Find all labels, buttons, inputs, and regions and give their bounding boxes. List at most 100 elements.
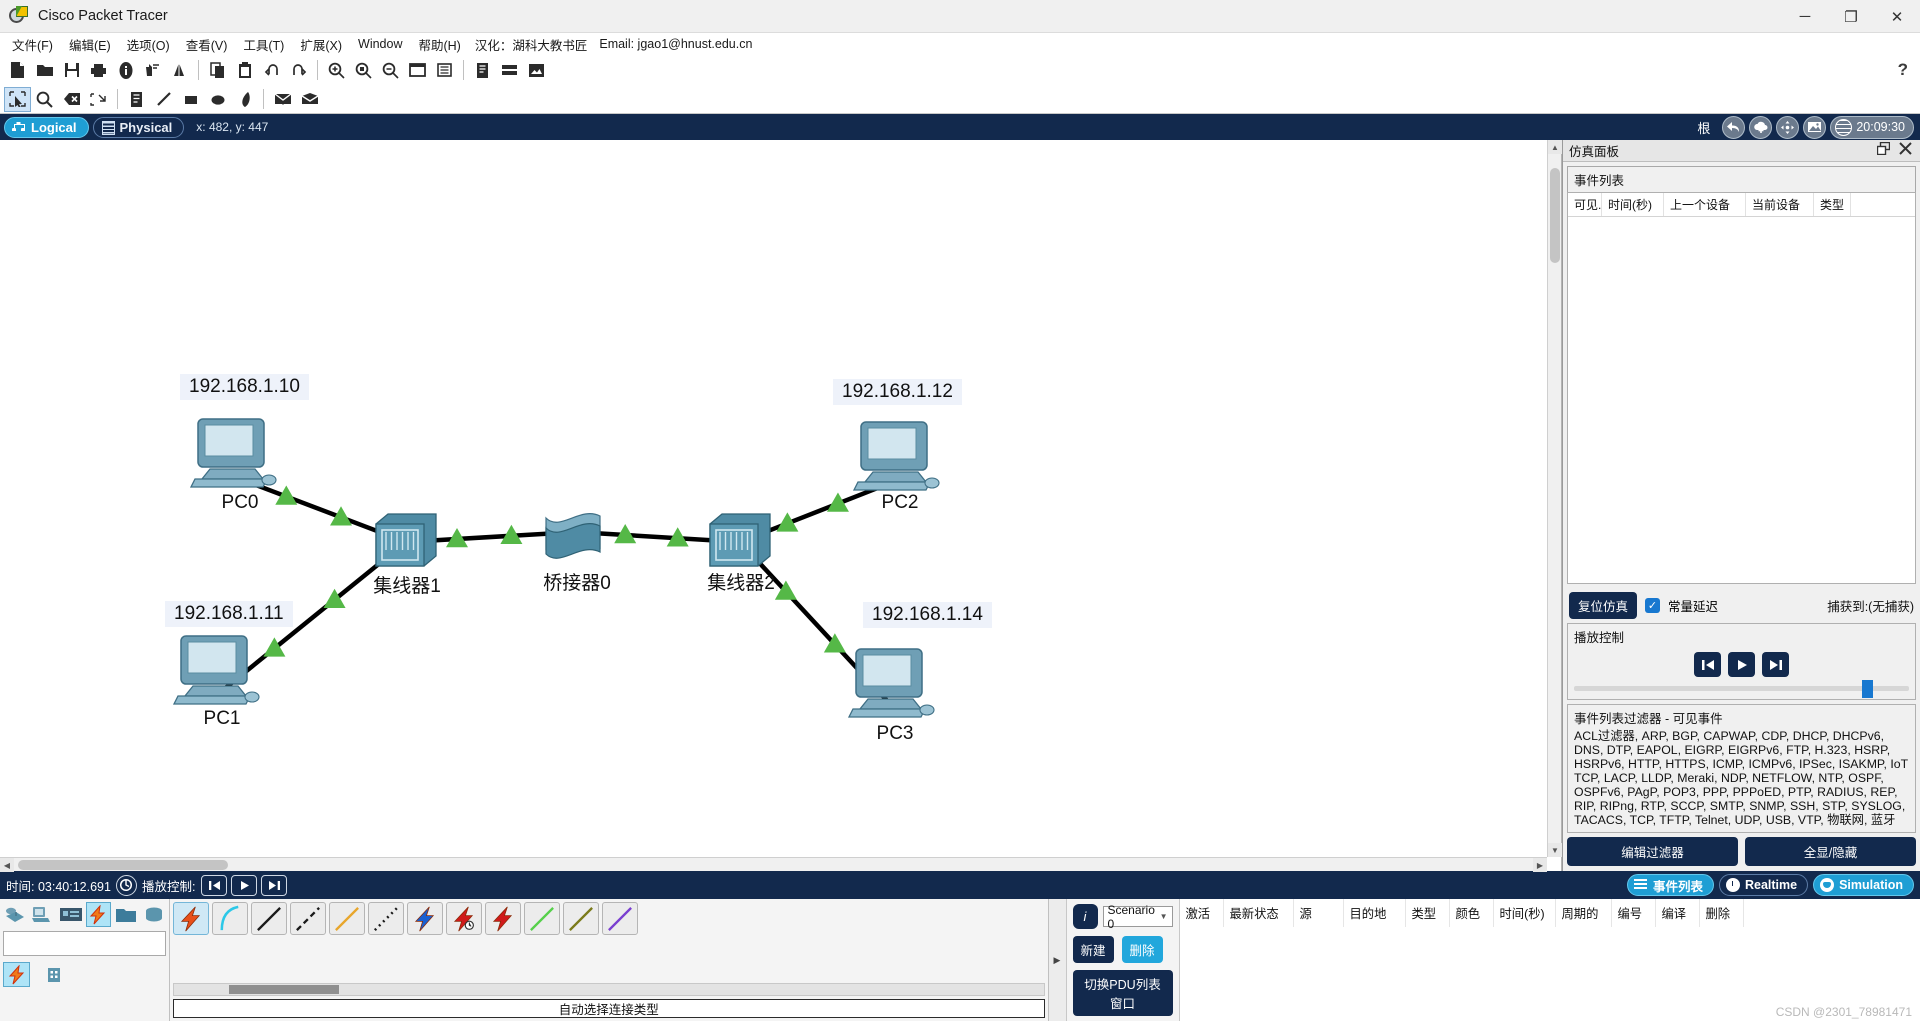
step-back-icon[interactable]: [201, 874, 228, 896]
device-hub2[interactable]: [709, 513, 771, 567]
close-icon[interactable]: [1899, 141, 1912, 160]
canvas-horizontal-scrollbar[interactable]: ◀ ▶: [0, 857, 1547, 872]
complex-pdu-icon[interactable]: [296, 87, 323, 112]
save-icon[interactable]: [58, 58, 85, 83]
auto-connection-icon[interactable]: [3, 962, 30, 987]
components-icon[interactable]: [58, 902, 83, 927]
pdu-column-header[interactable]: 类型: [1406, 899, 1450, 927]
undo-icon[interactable]: [258, 58, 285, 83]
device-label-pc2[interactable]: PC2: [882, 492, 919, 514]
custom-device-icon[interactable]: [166, 58, 193, 83]
show-all-hide-button[interactable]: 全显/隐藏: [1745, 837, 1916, 866]
device-label-pc0[interactable]: PC0: [222, 492, 259, 514]
menu-item-view[interactable]: 查看(V): [178, 33, 236, 56]
paste-icon[interactable]: [231, 58, 258, 83]
speed-slider[interactable]: [1574, 680, 1909, 698]
draw-rect-icon[interactable]: [177, 87, 204, 112]
menu-item-window[interactable]: Window: [350, 35, 410, 53]
resize-shape-icon[interactable]: [85, 87, 112, 112]
menu-item-options[interactable]: 选项(O): [119, 33, 178, 56]
device-label-hub2[interactable]: 集线器2: [707, 568, 775, 595]
device-label-pc3[interactable]: PC3: [877, 723, 914, 745]
pdu-column-header[interactable]: 颜色: [1450, 899, 1494, 927]
pdu-column-header[interactable]: 源: [1294, 899, 1344, 927]
event-list-table[interactable]: 可见. 时间(秒) 上一个设备 当前设备 类型: [1567, 192, 1916, 584]
tab-event-list[interactable]: 事件列表: [1626, 874, 1714, 896]
help-button[interactable]: ?: [1898, 60, 1908, 80]
drawer-icon[interactable]: [496, 58, 523, 83]
tab-simulation[interactable]: Simulation: [1813, 874, 1914, 896]
pdu-column-header[interactable]: 激活: [1180, 899, 1224, 927]
menu-item-edit[interactable]: 编辑(E): [61, 33, 119, 56]
tab-realtime[interactable]: Realtime: [1718, 874, 1809, 896]
reset-time-icon[interactable]: [115, 874, 137, 896]
fiber-cable-icon[interactable]: [329, 902, 365, 935]
multiuser-icon[interactable]: [141, 902, 166, 927]
pdu-column-header[interactable]: 周期的: [1556, 899, 1612, 927]
delete-scenario-button[interactable]: 删除: [1121, 936, 1163, 963]
step-forward-icon[interactable]: [261, 874, 288, 896]
device-hub1[interactable]: [375, 513, 437, 567]
connections-icon[interactable]: [85, 902, 111, 927]
canvas-vertical-scrollbar[interactable]: ▲ ▼: [1547, 140, 1562, 857]
minimize-button[interactable]: ─: [1782, 0, 1828, 33]
user-profile-icon[interactable]: [431, 58, 458, 83]
simple-pdu-icon[interactable]: [269, 87, 296, 112]
pdu-column-header[interactable]: 时间(秒): [1494, 899, 1556, 927]
set-background-icon[interactable]: [1803, 115, 1827, 139]
event-column-header[interactable]: 上一个设备: [1664, 193, 1746, 216]
tab-logical[interactable]: Logical: [4, 116, 89, 138]
menu-item-file[interactable]: 文件(F): [4, 33, 61, 56]
back-arrow-icon[interactable]: [1722, 115, 1746, 139]
step-forward-icon[interactable]: [1762, 652, 1789, 677]
draw-freeform-icon[interactable]: [231, 87, 258, 112]
scenario-select[interactable]: Scenario 0 ▼: [1102, 903, 1173, 931]
inspect-icon[interactable]: [31, 87, 58, 112]
copper-crossover-cable-icon[interactable]: [290, 902, 326, 935]
speed-slider-knob[interactable]: [1862, 680, 1874, 698]
simulation-clock[interactable]: 20:09:30: [1830, 115, 1914, 139]
notes-icon[interactable]: [469, 58, 496, 83]
event-column-header[interactable]: 可见.: [1568, 193, 1602, 216]
zoom-reset-icon[interactable]: [350, 58, 377, 83]
octal-cable-icon[interactable]: [524, 902, 560, 935]
palette-scroll-thumb[interactable]: [229, 985, 339, 994]
redo-icon[interactable]: [285, 58, 312, 83]
device-label-pc1[interactable]: PC1: [204, 708, 241, 730]
delete-icon[interactable]: [58, 87, 85, 112]
console-cable-icon[interactable]: [212, 902, 248, 935]
pdu-list-table[interactable]: 激活 最新状态源目的地 类型 颜色 时间(秒) 周期的 编号 编译 删除: [1178, 899, 1920, 1021]
pdu-column-header[interactable]: 编译: [1656, 899, 1700, 927]
ios-cable-icon[interactable]: [563, 902, 599, 935]
copper-straight-cable-icon[interactable]: [251, 902, 287, 935]
event-column-header[interactable]: 当前设备: [1746, 193, 1814, 216]
logical-canvas[interactable]: 192.168.1.10 PC0 192.168.1.11 PC1 192.168.1.…: [0, 140, 1561, 871]
vertical-scroll-thumb[interactable]: [1550, 168, 1560, 263]
zoom-in-icon[interactable]: [323, 58, 350, 83]
move-object-icon[interactable]: [1776, 115, 1800, 139]
activity-wizard-icon[interactable]: [139, 58, 166, 83]
serial-dte-cable-icon[interactable]: [485, 902, 521, 935]
menu-item-help[interactable]: 帮助(H): [410, 33, 468, 56]
select-icon[interactable]: [4, 86, 31, 112]
event-column-header[interactable]: 时间(秒): [1602, 193, 1664, 216]
auto-select-cable-icon[interactable]: [173, 902, 209, 935]
device-label-hub1[interactable]: 集线器1: [373, 571, 441, 598]
constant-delay-checkbox[interactable]: ✓: [1645, 598, 1661, 613]
network-devices-icon[interactable]: [3, 902, 28, 927]
palette-window-icon[interactable]: [404, 58, 431, 83]
event-list-body[interactable]: [1568, 217, 1915, 583]
serial-dce-cable-icon[interactable]: [446, 902, 482, 935]
device-pc2[interactable]: [852, 421, 940, 491]
print-icon[interactable]: [85, 58, 112, 83]
restore-icon[interactable]: [1876, 141, 1891, 160]
horizontal-scroll-thumb[interactable]: [18, 860, 228, 870]
pdu-column-header[interactable]: 删除: [1700, 899, 1744, 927]
coaxial-cable-icon[interactable]: [407, 902, 443, 935]
menu-item-tools[interactable]: 工具(T): [235, 33, 292, 56]
phone-cable-icon[interactable]: [368, 902, 404, 935]
play-icon[interactable]: [1728, 652, 1755, 677]
scroll-up-arrow[interactable]: ▲: [1548, 140, 1562, 154]
pdu-column-header[interactable]: 目的地: [1344, 899, 1406, 927]
palette-scrollbar[interactable]: [173, 983, 1045, 996]
